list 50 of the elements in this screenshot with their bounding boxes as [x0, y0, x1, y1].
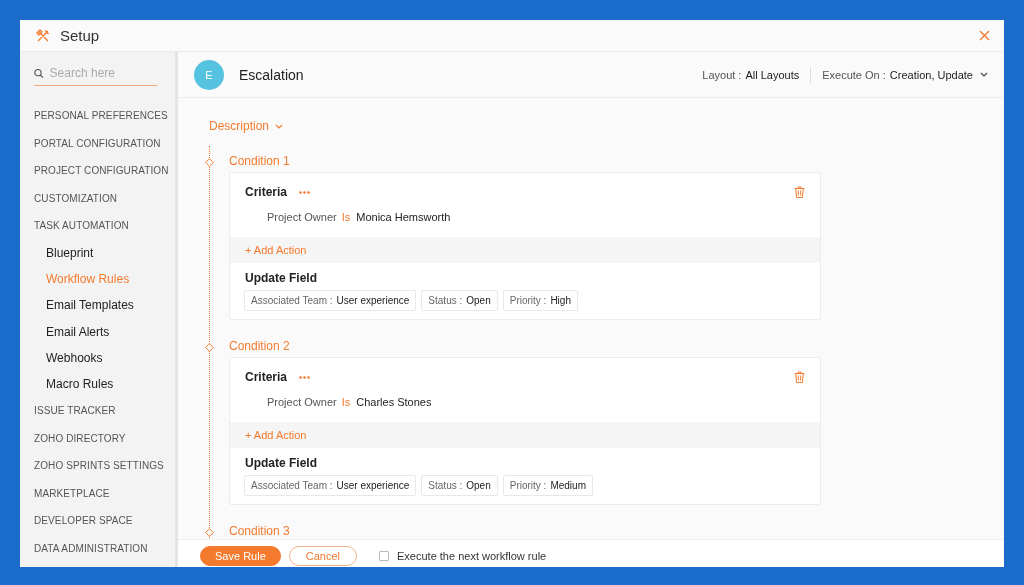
search-field[interactable]: Search here [49, 66, 157, 80]
sidebar-item[interactable]: Email Alerts [20, 318, 175, 345]
more-icon[interactable] [299, 375, 311, 379]
sidebar-item[interactable]: CUSTOMIZATION [20, 184, 175, 213]
field-chip: Associated Team : User experience [244, 475, 417, 496]
trash-icon[interactable] [794, 186, 805, 198]
criteria-label: Criteria [245, 370, 288, 384]
condition-title: Condition 2 [229, 339, 291, 353]
chevron-icon [275, 123, 284, 129]
field-chip: Priority : Medium [502, 475, 593, 496]
action-title: Update Field [244, 455, 318, 472]
more-icon[interactable] [299, 190, 311, 194]
criteria-label: Criteria [245, 185, 288, 199]
sidebar-item[interactable]: PERSONAL PREFERENCES [20, 102, 175, 130]
sidebar-item[interactable]: Blueprint [20, 239, 175, 267]
sidebar-item[interactable]: ZOHO SPRINTS SETTINGS [20, 452, 175, 480]
close-icon[interactable] [979, 30, 990, 41]
execute-label: Execute On : [822, 68, 886, 81]
criterion-text: Project Owner Is Charles Stones [266, 395, 433, 410]
trash-icon[interactable] [794, 371, 805, 383]
condition-title: Condition 3 [229, 524, 291, 538]
sidebar-item[interactable]: Email Templates [20, 292, 175, 319]
sidebar-item[interactable]: Webhooks [20, 344, 175, 371]
sidebar-item[interactable]: MARKETPLACE [20, 479, 175, 508]
window-title: Setup [60, 27, 100, 44]
field-chip: Status : Open [421, 475, 498, 496]
sidebar-item[interactable]: PROJECT CONFIGURATION [20, 157, 175, 185]
sidebar-item[interactable]: TASK AUTOMATION [20, 212, 175, 240]
field-chip: Associated Team : User experience [244, 290, 417, 311]
layout-value: All Layouts [745, 68, 800, 81]
checkbox-label: Execute the next workflow rule [397, 549, 547, 562]
tools-icon [36, 28, 50, 43]
action-title: Update Field [244, 270, 318, 287]
criterion-text: Project Owner Is Monica Hemsworth [266, 210, 452, 225]
chevron-icon [980, 72, 988, 77]
sidebar-item[interactable]: ISSUE TRACKER [20, 397, 175, 425]
field-chip: Priority : High [502, 290, 578, 311]
sidebar-item[interactable]: DATA ADMINISTRATION [20, 535, 175, 563]
sidebar-item[interactable]: DEVELOPER SPACE [20, 507, 175, 536]
condition-title: Condition 1 [229, 154, 291, 168]
rule-name: Escalation [239, 66, 304, 83]
sidebar-item[interactable]: PORTAL CONFIGURATION [20, 129, 175, 158]
avatar: E [194, 59, 224, 90]
search-icon [34, 67, 44, 79]
execute-dropdown[interactable]: Creation, Update [885, 68, 988, 81]
sidebar-item[interactable]: Macro Rules [20, 370, 175, 398]
layout-label: Layout : [702, 68, 742, 81]
sidebar-item[interactable]: ZOHO DIRECTORY [20, 424, 175, 453]
field-chip: Status : Open [421, 290, 498, 311]
checkbox[interactable] [379, 550, 389, 561]
